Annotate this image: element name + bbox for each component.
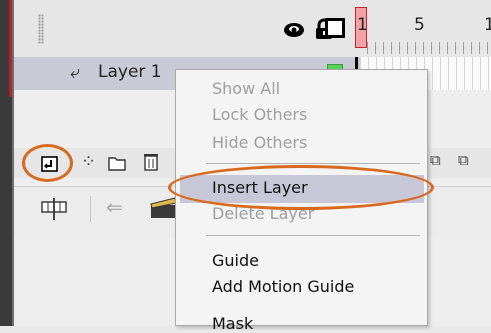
- annotation-ring-new-layer: [22, 144, 73, 182]
- new-folder-icon[interactable]: [108, 155, 126, 171]
- frame-ruler: [367, 42, 491, 54]
- annotation-ring-insert-layer: [168, 165, 434, 210]
- menu-item-add-motion-guide[interactable]: Add Motion Guide: [212, 277, 354, 296]
- sync-icon[interactable]: ⧉: [430, 151, 441, 169]
- trash-icon[interactable]: [143, 152, 159, 172]
- frame-number-5: 5: [414, 15, 425, 35]
- menu-separator: [206, 235, 420, 236]
- add-motion-guide-icon[interactable]: ⁘: [81, 151, 96, 172]
- back-arrow-icon[interactable]: ⇐: [106, 195, 123, 219]
- menu-item-hide-others[interactable]: Hide Others: [212, 133, 307, 152]
- menu-item-lock-others[interactable]: Lock Others: [212, 105, 307, 124]
- edit-multiple-frames-icon[interactable]: ⧉: [458, 151, 469, 169]
- layer-name[interactable]: Layer 1: [98, 62, 162, 82]
- menu-separator: [206, 163, 420, 164]
- timeline-toggle-icon[interactable]: [40, 196, 68, 222]
- menu-item-guide[interactable]: Guide: [212, 251, 259, 270]
- frame-number-1: 1: [357, 15, 368, 35]
- outline-icon[interactable]: [325, 18, 345, 38]
- layer-type-icon: ⤶: [70, 62, 81, 83]
- menu-item-mask[interactable]: Mask: [212, 314, 253, 333]
- menu-item-show-all[interactable]: Show All: [212, 79, 280, 98]
- eye-icon[interactable]: [283, 19, 305, 41]
- frame-number-partial: 1: [484, 15, 491, 35]
- panel-grip[interactable]: [38, 14, 44, 44]
- toolbar-divider: [90, 196, 91, 222]
